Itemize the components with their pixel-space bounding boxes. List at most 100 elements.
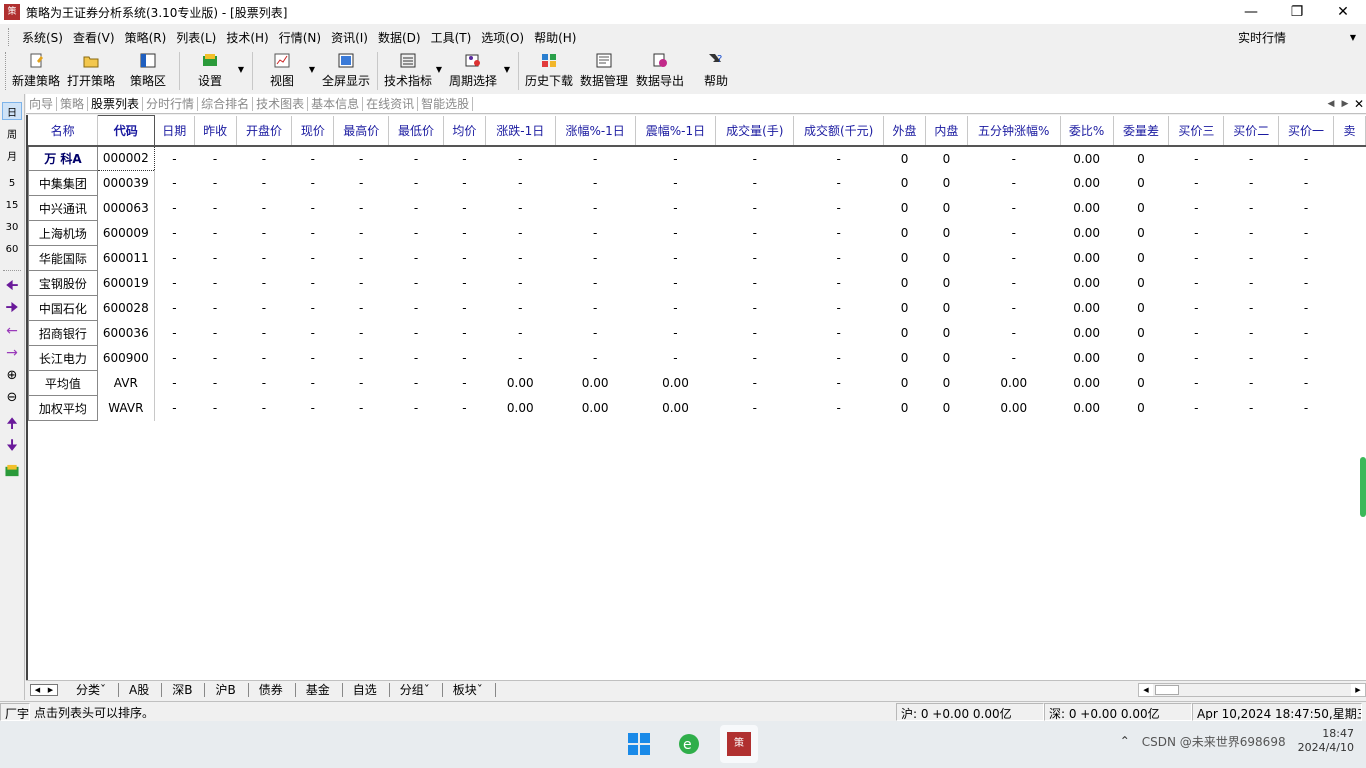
sheet-tab[interactable]: 深B [162, 682, 206, 697]
period-select-button[interactable]: 周期选择 [445, 49, 501, 93]
stock-code-cell[interactable]: 600028 [97, 295, 155, 321]
view-button[interactable]: 视图 [258, 49, 306, 93]
column-header[interactable]: 均价 [443, 115, 486, 147]
settings-dropdown-icon[interactable]: ▼ [235, 49, 247, 74]
table-row[interactable]: 招商银行 600036 - - - - - - - - - - - - 0 0 - 0.00 0 - - - [28, 320, 1366, 346]
stock-name-cell[interactable]: 招商银行 [28, 320, 98, 346]
arrow-down-icon[interactable]: 🠋 [2, 438, 22, 456]
new-strategy-button[interactable]: 新建策略 [10, 49, 62, 93]
column-header[interactable]: 买价一 [1278, 115, 1334, 147]
menu-grip[interactable] [8, 28, 11, 46]
sheet-tab[interactable]: 板块ˇ [443, 682, 496, 697]
scroll-thumb[interactable] [1155, 684, 1179, 695]
indicators-button[interactable]: 技术指标 [383, 49, 433, 93]
stock-code-cell[interactable]: 600036 [97, 320, 155, 346]
tab-stock-list[interactable]: 股票列表 [88, 96, 144, 111]
column-header[interactable]: 震幅%-1日 [635, 115, 717, 147]
stock-name-cell[interactable]: 上海机场 [28, 220, 98, 246]
stock-code-cell[interactable]: 600011 [97, 245, 155, 271]
stock-code-cell[interactable]: 600019 [97, 270, 155, 296]
menu-technical[interactable]: 技术(H) [221, 29, 273, 46]
tab-strategy[interactable]: 策略 [57, 96, 89, 111]
table-row[interactable]: 加权平均 WAVR - - - - - - - 0.00 0.00 0.00 - - 0 0 0.00 0.00 0… [28, 395, 1366, 421]
close-button[interactable]: ✕ [1320, 0, 1366, 24]
stock-name-cell[interactable]: 中集集团 [28, 170, 98, 196]
column-header[interactable]: 昨收 [194, 115, 237, 147]
tab-intraday[interactable]: 分时行情 [143, 96, 199, 111]
table-row[interactable]: 上海机场 600009 - - - - - - - - - - - - 0 0 - 0.00 0 - - - [28, 220, 1366, 246]
menu-quotes[interactable]: 行情(N) [274, 29, 326, 46]
period-dropdown-icon[interactable]: ▼ [501, 49, 513, 74]
column-header[interactable]: 涨跌-1日 [485, 115, 556, 147]
data-manage-button[interactable]: 数据管理 [578, 49, 630, 93]
sheet-tab[interactable]: 分类ˇ [66, 682, 120, 697]
history-download-button[interactable]: 历史下载 [524, 49, 574, 93]
menu-view[interactable]: 查看(V) [68, 29, 120, 46]
period-60min-button[interactable]: 60 [2, 240, 22, 258]
view-dropdown-icon[interactable]: ▼ [306, 49, 318, 74]
table-row[interactable]: 中兴通讯 000063 - - - - - - - - - - - - 0 0 - 0.00 0 - - - [28, 195, 1366, 221]
sheet-tab[interactable]: A股 [119, 682, 163, 697]
menu-data[interactable]: 数据(D) [373, 29, 426, 46]
stock-name-cell[interactable]: 万 科A [28, 145, 98, 171]
table-row[interactable]: 长江电力 600900 - - - - - - - - - - - - 0 0 - 0.00 0 - - - [28, 345, 1366, 371]
stock-code-cell[interactable]: 000002 [96, 145, 155, 171]
data-export-button[interactable]: 数据导出 [634, 49, 686, 93]
column-header[interactable]: 委比% [1060, 115, 1114, 147]
column-header[interactable]: 现价 [291, 115, 335, 147]
column-header[interactable]: 开盘价 [236, 115, 293, 147]
arrow-left-icon[interactable]: 🠈 [2, 278, 22, 296]
tab-online-news[interactable]: 在线资讯 [363, 96, 419, 111]
menu-strategy[interactable]: 策略(R) [120, 29, 172, 46]
restore-button[interactable]: ❐ [1274, 0, 1320, 24]
menu-help[interactable]: 帮助(H) [529, 29, 581, 46]
column-header[interactable]: 涨幅%-1日 [555, 115, 636, 147]
browser-icon[interactable]: e [670, 725, 708, 763]
step-right-icon[interactable]: → [2, 344, 22, 362]
tab-prev-icon[interactable]: ◀ [1324, 99, 1338, 109]
column-header[interactable]: 委量差 [1113, 115, 1170, 147]
table-row[interactable]: 平均值 AVR - - - - - - - 0.00 0.00 0.00 - - 0 0 0.00 0.00 0 - -… [28, 370, 1366, 396]
column-header[interactable]: 日期 [154, 115, 195, 147]
settings-icon[interactable] [2, 462, 22, 480]
period-30min-button[interactable]: 30 [2, 218, 22, 236]
table-row[interactable]: 中集集团 000039 - - - - - - - - - - - - 0 0 - 0.00 0 - - - [28, 170, 1366, 196]
sheet-tab[interactable]: 基金 [296, 682, 343, 697]
taskbar-clock[interactable]: 18:47 2024/4/10 [1298, 727, 1354, 755]
menu-tools[interactable]: 工具(T) [426, 29, 477, 46]
sheet-tab[interactable]: 沪B [205, 682, 249, 697]
table-row[interactable]: 万 科A 000002 - - - - - - - - - - - - 0 0 - 0.00 0 - - - [28, 145, 1366, 171]
menu-info[interactable]: 资讯(I) [326, 29, 373, 46]
strategy-area-button[interactable]: 策略区 [122, 49, 174, 93]
column-header[interactable]: 成交量(手) [715, 115, 795, 147]
sheet-tab[interactable]: 债券 [249, 682, 296, 697]
period-15min-button[interactable]: 15 [2, 196, 22, 214]
period-month-button[interactable]: 月 [2, 146, 22, 164]
arrow-up-icon[interactable]: 🠉 [2, 416, 22, 434]
indicators-dropdown-icon[interactable]: ▼ [433, 49, 445, 74]
sheet-next-icon[interactable]: ▶ [48, 686, 53, 694]
stock-code-cell[interactable]: 000039 [97, 170, 155, 196]
fullscreen-button[interactable]: 全屏显示 [320, 49, 372, 93]
column-header[interactable]: 外盘 [883, 115, 926, 147]
tab-next-icon[interactable]: ▶ [1338, 99, 1352, 109]
zoom-in-icon[interactable]: ⊕ [2, 366, 22, 384]
table-row[interactable]: 华能国际 600011 - - - - - - - - - - - - 0 0 - 0.00 0 - - - [28, 245, 1366, 271]
column-header[interactable]: 买价二 [1223, 115, 1280, 147]
stock-name-cell[interactable]: 宝钢股份 [28, 270, 98, 296]
stock-code-cell[interactable]: WAVR [97, 395, 155, 421]
column-header[interactable]: 最高价 [333, 115, 390, 147]
minimize-button[interactable]: — [1228, 0, 1274, 24]
column-header[interactable]: 成交额(千元) [793, 115, 885, 147]
stock-code-cell[interactable]: AVR [97, 370, 155, 396]
scroll-track[interactable] [1153, 683, 1351, 696]
table-row[interactable]: 宝钢股份 600019 - - - - - - - - - - - - 0 0 - 0.00 0 - - - [28, 270, 1366, 296]
stock-code-cell[interactable]: 600900 [97, 345, 155, 371]
column-header[interactable]: 卖 [1333, 115, 1366, 147]
tray-expand-icon[interactable]: ⌃ [1120, 734, 1130, 748]
tab-guide[interactable]: 向导 [26, 96, 58, 111]
period-5min-button[interactable]: 5 [2, 174, 22, 192]
scroll-left-icon[interactable]: ◀ [1139, 684, 1153, 696]
column-header[interactable]: 五分钟涨幅% [967, 115, 1061, 147]
column-header[interactable]: 名称 [28, 115, 98, 147]
